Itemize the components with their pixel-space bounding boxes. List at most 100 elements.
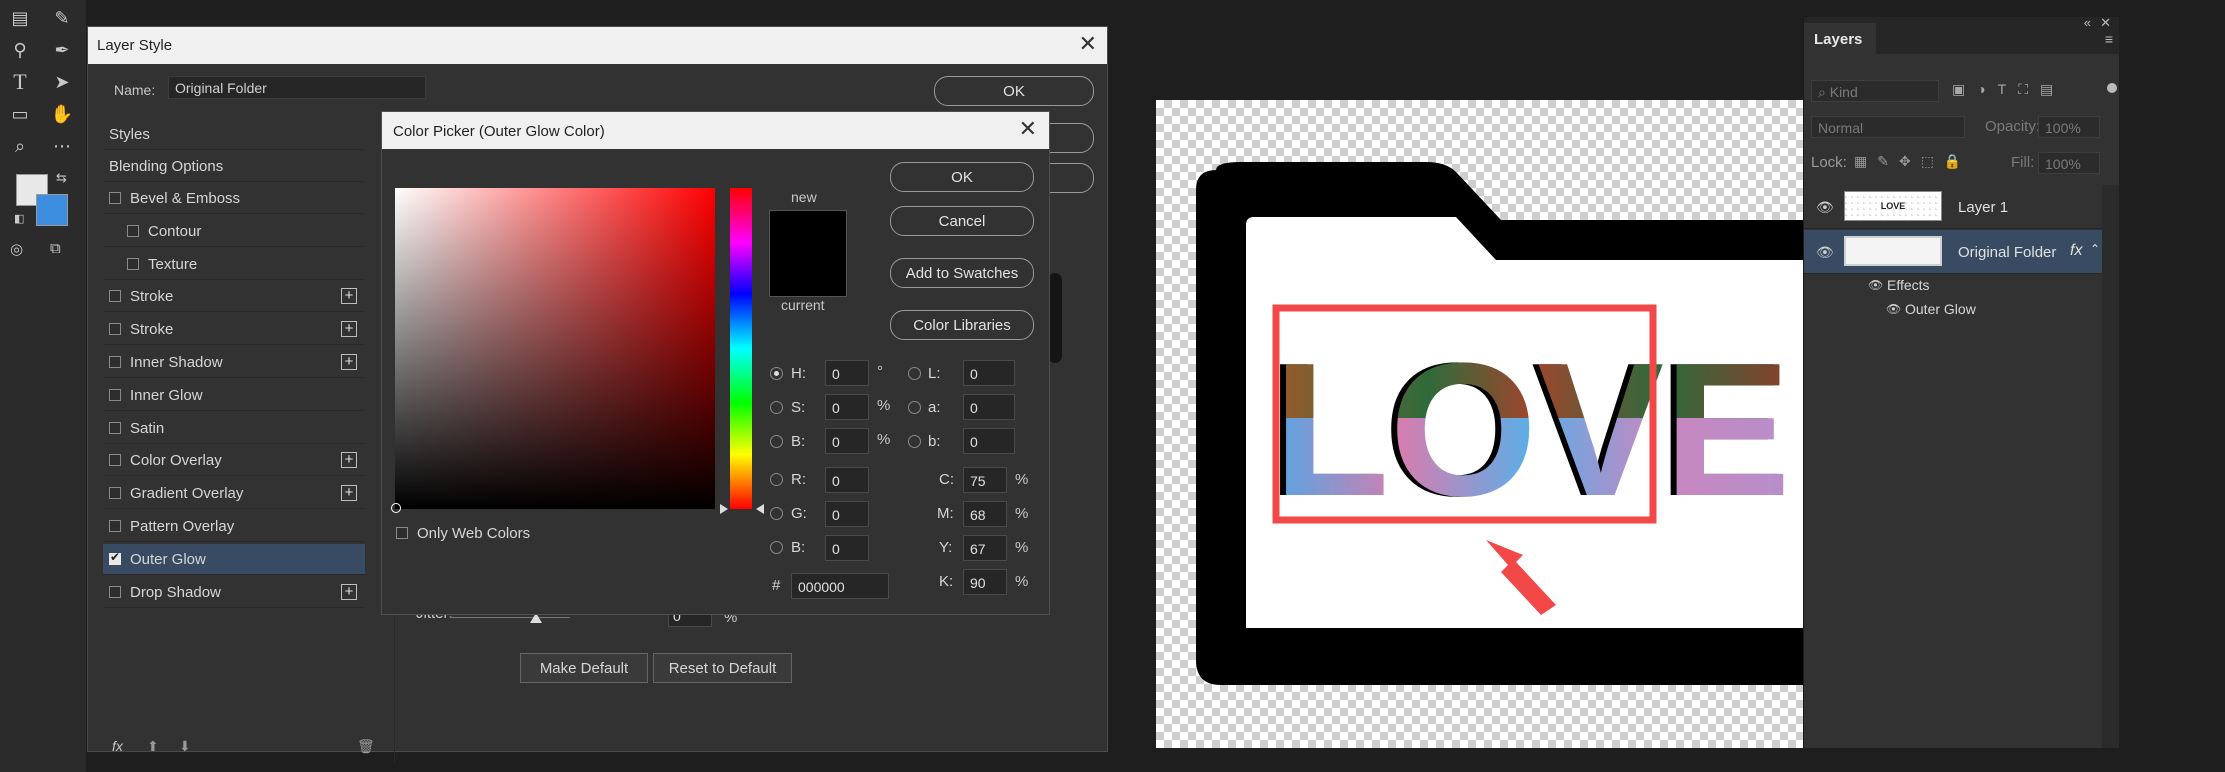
style-checkbox[interactable]	[127, 224, 139, 237]
lightness-radio[interactable]	[908, 367, 921, 380]
saturation-field[interactable]: 0	[825, 394, 869, 420]
effects-row[interactable]: 👁 Effects	[1804, 275, 2102, 299]
pen-tool-icon[interactable]: ✒	[48, 36, 76, 64]
cyan-field[interactable]: 75	[963, 467, 1007, 493]
saturation-brightness-field[interactable]	[391, 188, 715, 513]
panel-menu-icon[interactable]: ≡	[2105, 31, 2113, 47]
style-item[interactable]: Outer Glow	[103, 543, 365, 575]
hue-field[interactable]: 0	[825, 360, 869, 386]
b-channel-radio[interactable]	[908, 435, 921, 448]
opacity-field[interactable]: 100%	[2038, 116, 2100, 138]
green-radio[interactable]	[770, 507, 783, 520]
blue-radio[interactable]	[770, 541, 783, 554]
style-checkbox[interactable]	[109, 356, 121, 368]
gradient-tool-icon[interactable]: ▤	[6, 4, 34, 32]
layers-scrollbar[interactable]	[2102, 185, 2119, 748]
layer-style-close-icon[interactable]: ✕	[1079, 31, 1097, 57]
style-checkbox[interactable]	[109, 192, 121, 204]
style-item[interactable]: Stroke +	[103, 314, 365, 346]
red-radio[interactable]	[770, 473, 783, 486]
effects-eye-icon[interactable]: 👁	[1868, 278, 1883, 292]
fx-icon[interactable]: fx	[112, 738, 123, 754]
blue-field[interactable]: 0	[825, 535, 869, 561]
reset-to-default-button[interactable]: Reset to Default	[653, 653, 792, 683]
style-checkbox[interactable]	[109, 388, 121, 401]
add-style-icon[interactable]: +	[341, 288, 357, 305]
add-style-icon[interactable]: +	[341, 452, 357, 469]
rectangle-tool-icon[interactable]: ▭	[6, 100, 34, 128]
screen-mode-icon[interactable]: ⧉	[50, 240, 61, 257]
type-tool-icon[interactable]: T	[6, 68, 34, 96]
blend-mode-select[interactable]: Normal	[1811, 116, 1965, 138]
yellow-field[interactable]: 67	[963, 535, 1007, 561]
jitter-slider[interactable]	[450, 617, 570, 618]
a-channel-radio[interactable]	[908, 401, 921, 414]
lock-icons[interactable]: ▦✎✥⬚🔒	[1854, 153, 1971, 170]
add-to-swatches-button[interactable]: Add to Swatches	[890, 258, 1034, 288]
hue-right-arrow[interactable]	[756, 504, 764, 514]
hue-left-arrow[interactable]	[720, 504, 728, 514]
magenta-field[interactable]: 68	[963, 501, 1007, 527]
add-style-icon[interactable]: +	[341, 583, 357, 600]
more-tools-icon[interactable]: ⋯	[48, 132, 76, 160]
filter-icons[interactable]: ▣◑T⛶▤	[1952, 81, 2065, 98]
style-item[interactable]: Texture	[103, 249, 365, 280]
style-checkbox[interactable]	[109, 290, 121, 303]
name-field[interactable]: Original Folder	[168, 76, 426, 99]
saturation-radio[interactable]	[770, 401, 783, 414]
background-color-swatch[interactable]	[36, 194, 68, 226]
color-picker-close-icon[interactable]: ✕	[1019, 116, 1037, 142]
filter-toggle-icon[interactable]	[2107, 83, 2117, 93]
blending-options-item[interactable]: Blending Options	[103, 151, 365, 182]
visibility-eye-icon[interactable]: 👁	[1816, 244, 1834, 261]
style-checkbox[interactable]	[109, 585, 121, 598]
add-style-icon[interactable]: +	[341, 321, 357, 338]
visibility-eye-icon[interactable]: 👁	[1816, 199, 1834, 216]
style-checkbox[interactable]	[109, 454, 121, 467]
kind-filter[interactable]: ⌕ Kind	[1811, 80, 1939, 102]
fx-badge-icon[interactable]: fx	[2070, 242, 2082, 260]
brightness-radio[interactable]	[770, 435, 783, 448]
style-item[interactable]: Contour	[103, 216, 365, 247]
collapse-panel-icon[interactable]: «	[2084, 15, 2091, 30]
add-style-icon[interactable]: +	[341, 485, 357, 502]
hue-radio[interactable]	[770, 367, 783, 380]
green-field[interactable]: 0	[825, 501, 869, 527]
brightness-field[interactable]: 0	[825, 428, 869, 454]
move-down-icon[interactable]: ⬇	[179, 738, 191, 755]
hex-field[interactable]: 000000	[791, 573, 889, 599]
style-item[interactable]: Stroke +	[103, 281, 365, 313]
brush-tool-icon[interactable]: ✎	[48, 4, 76, 32]
style-item[interactable]: Gradient Overlay +	[103, 478, 365, 510]
lightness-field[interactable]: 0	[963, 360, 1015, 386]
close-panel-icon[interactable]: ✕	[2100, 15, 2111, 31]
layers-tab[interactable]: Layers	[1804, 23, 1876, 54]
red-field[interactable]: 0	[825, 467, 869, 493]
style-item[interactable]: Color Overlay +	[103, 445, 365, 477]
path-selection-tool-icon[interactable]: ➤	[48, 68, 76, 96]
style-checkbox[interactable]	[109, 487, 121, 500]
outer-glow-effect-row[interactable]: 👁 Outer Glow	[1804, 299, 2102, 323]
style-item[interactable]: Inner Shadow +	[103, 347, 365, 378]
trash-icon[interactable]: 🗑	[357, 738, 375, 755]
styles-header[interactable]: Styles	[103, 119, 365, 150]
make-default-button[interactable]: Make Default	[520, 653, 648, 683]
swap-colors-icon[interactable]: ⇆	[56, 170, 67, 186]
black-field[interactable]: 90	[963, 569, 1007, 595]
color-cursor[interactable]	[391, 503, 401, 513]
color-picker-cancel-button[interactable]: Cancel	[890, 206, 1034, 236]
zoom-tool-icon[interactable]: ⌕	[6, 132, 34, 160]
layer-row-original-folder[interactable]: 👁 Original Folder fx ⌃	[1804, 230, 2102, 274]
add-style-icon[interactable]: +	[341, 354, 357, 370]
default-colors-icon[interactable]: ◧	[14, 212, 24, 225]
style-item[interactable]: Inner Glow	[103, 380, 365, 411]
quick-mask-icon[interactable]: ◎	[10, 240, 23, 258]
hand-tool-icon[interactable]: ✋	[48, 100, 76, 128]
style-checkbox[interactable]	[109, 520, 121, 532]
b-channel-field[interactable]: 0	[963, 428, 1015, 454]
style-checkbox[interactable]	[109, 550, 121, 565]
style-checkbox[interactable]	[109, 323, 121, 336]
hue-slider[interactable]	[730, 188, 752, 509]
a-channel-field[interactable]: 0	[963, 394, 1015, 420]
style-item[interactable]: Drop Shadow +	[103, 577, 365, 608]
